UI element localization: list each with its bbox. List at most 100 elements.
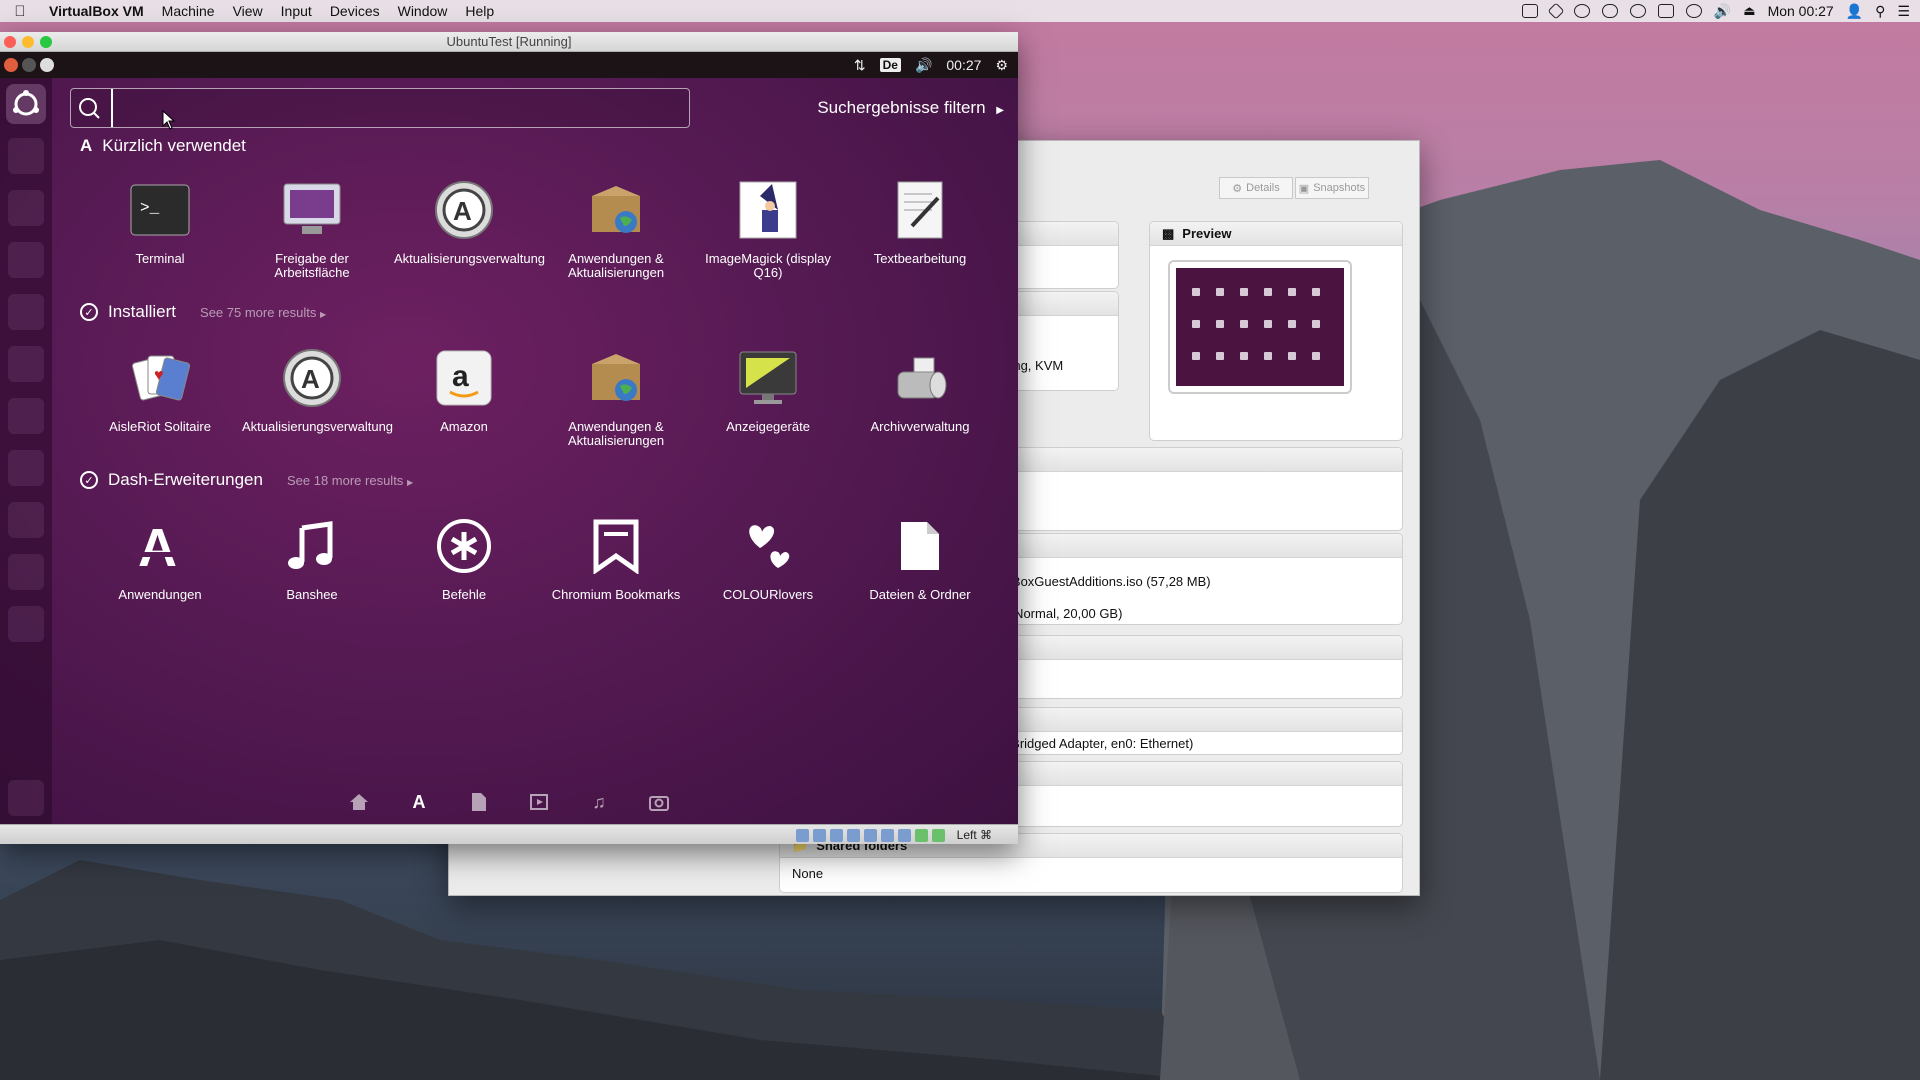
tab-snapshots[interactable]: ▣ Snapshots	[1295, 177, 1369, 199]
menu-help[interactable]: Help	[456, 3, 503, 19]
app-chromium-bookmarks[interactable]: Chromium Bookmarks	[540, 516, 692, 602]
app-displays[interactable]: Anzeigegeräte	[692, 348, 844, 448]
close-window-button[interactable]	[4, 36, 16, 48]
update-manager-icon: A	[434, 180, 494, 240]
notification-center-icon[interactable]: ☰	[1897, 3, 1910, 20]
dropbox-icon[interactable]	[1547, 2, 1565, 20]
app-archive-manager[interactable]: Archivverwaltung	[844, 348, 996, 448]
host-key-indicator[interactable]: Left ⌘	[957, 828, 992, 842]
software-sources-icon	[586, 348, 646, 408]
photo-lens-icon[interactable]	[649, 792, 669, 812]
see-more-installed-link[interactable]: See 75 more results ▶	[200, 305, 326, 320]
volume-icon[interactable]: 🔊	[1714, 3, 1731, 20]
bookmark-icon	[586, 516, 646, 576]
eject-icon[interactable]: ⏏	[1743, 3, 1755, 19]
launcher-amazon-icon[interactable]	[8, 450, 44, 486]
files-lens-icon[interactable]	[469, 792, 489, 812]
volume-icon[interactable]: 🔊	[915, 57, 932, 74]
app-amazon[interactable]: a Amazon	[388, 348, 540, 448]
menu-window[interactable]: Window	[389, 3, 457, 19]
time-machine-icon[interactable]	[1685, 4, 1702, 18]
launcher-impress-icon[interactable]	[8, 346, 44, 382]
app-desktop-sharing[interactable]: Freigabe der Arbeitsfläche	[236, 180, 388, 280]
launcher-dvd-icon[interactable]	[8, 606, 44, 642]
user-icon[interactable]: 👤	[1846, 3, 1863, 20]
cloud-icon[interactable]	[1601, 4, 1618, 18]
svg-text:a: a	[452, 360, 469, 393]
file-icon	[890, 516, 950, 576]
screen-record-icon[interactable]	[1521, 4, 1538, 18]
minimize-window-button[interactable]	[22, 36, 34, 48]
dash-home-button[interactable]	[6, 84, 46, 124]
dash-close-button[interactable]	[4, 58, 18, 72]
network-arrows-icon[interactable]: ⇅	[854, 57, 866, 74]
keyboard-layout-indicator[interactable]: De	[879, 58, 901, 72]
app-software-sources[interactable]: Anwendungen & Aktualisierungen	[540, 180, 692, 280]
applications-lens-tab-icon[interactable]: A	[409, 792, 429, 812]
launcher-firefox-icon[interactable]	[8, 190, 44, 226]
display-icon	[738, 348, 798, 408]
app-software-sources-installed[interactable]: Anwendungen & Aktualisierungen	[540, 348, 692, 448]
usb-status-icon[interactable]	[829, 828, 843, 842]
app-commands[interactable]: Befehle	[388, 516, 540, 602]
search-input[interactable]	[111, 89, 689, 127]
launcher-workspaces-icon[interactable]	[8, 554, 44, 590]
network-status-icon[interactable]	[880, 828, 894, 842]
mouse-cursor-icon	[162, 110, 176, 130]
menu-app-name[interactable]: VirtualBox VM	[40, 3, 153, 19]
menu-devices[interactable]: Devices	[321, 3, 389, 19]
vm-window-titlebar[interactable]: UbuntuTest [Running]	[0, 32, 1018, 52]
mouse-integration-icon[interactable]	[931, 828, 945, 842]
launcher-calc-icon[interactable]	[8, 294, 44, 330]
audio-panel	[989, 635, 1403, 699]
filter-results-button[interactable]: Suchergebnisse filtern ▶	[817, 98, 1004, 118]
section-installed: ✓ Installiert See 75 more results ▶	[80, 302, 326, 322]
launcher-writer-icon[interactable]	[8, 242, 44, 278]
home-lens-icon[interactable]	[349, 792, 369, 812]
app-banshee[interactable]: Banshee	[236, 516, 388, 602]
launcher-settings-icon[interactable]	[8, 502, 44, 538]
app-files-folders[interactable]: Dateien & Ordner	[844, 516, 996, 602]
launcher-files-icon[interactable]	[8, 138, 44, 174]
display-mirror-icon[interactable]	[1657, 4, 1674, 18]
recording-status-icon[interactable]	[897, 828, 911, 842]
apple-menu-icon[interactable]: 	[0, 3, 40, 20]
video-lens-icon[interactable]	[529, 792, 549, 812]
ubuntu-top-panel: ⇅ De 🔊 00:27 ⚙	[0, 52, 1018, 78]
info-icon[interactable]	[1573, 4, 1590, 18]
zoom-window-button[interactable]	[40, 36, 52, 48]
spotlight-search-icon[interactable]: ⚲	[1875, 3, 1885, 20]
hdd-status-icon[interactable]	[795, 828, 809, 842]
display-status-icon[interactable]	[863, 828, 877, 842]
app-update-manager-installed[interactable]: A Aktualisierungsverwaltung	[236, 348, 393, 448]
triangle-right-icon: ▶	[406, 477, 414, 487]
menu-clock[interactable]: Mon 00:27	[1768, 3, 1834, 19]
svg-text:A: A	[138, 518, 177, 574]
software-sources-icon	[586, 180, 646, 240]
section-recent-title: Kürzlich verwendet	[102, 136, 246, 155]
app-text-editor[interactable]: Textbearbeitung	[844, 180, 996, 280]
see-more-extensions-link[interactable]: See 18 more results ▶	[287, 473, 413, 488]
drive-icon[interactable]	[1629, 4, 1646, 18]
cpu-status-icon[interactable]	[914, 828, 928, 842]
panel-clock[interactable]: 00:27	[946, 57, 981, 73]
app-terminal[interactable]: >_ Terminal	[84, 180, 236, 280]
menu-machine[interactable]: Machine	[153, 3, 224, 19]
preview-title: Preview	[1182, 226, 1232, 241]
app-update-manager[interactable]: A Aktualisierungsverwaltung	[388, 180, 545, 280]
optical-drive-status-icon[interactable]	[812, 828, 826, 842]
app-aisleriot[interactable]: ♥ AisleRiot Solitaire	[84, 348, 236, 448]
launcher-software-center-icon[interactable]	[8, 398, 44, 434]
app-colourlovers[interactable]: COLOURlovers	[692, 516, 844, 602]
menu-view[interactable]: View	[224, 3, 272, 19]
desktop-sharing-icon	[282, 180, 342, 240]
dash-minimize-button[interactable]	[22, 58, 36, 72]
app-imagemagick[interactable]: ImageMagick (display Q16)	[692, 180, 844, 280]
shared-folders-status-icon[interactable]	[846, 828, 860, 842]
tab-details[interactable]: ⚙ Details	[1219, 177, 1293, 199]
menu-input[interactable]: Input	[272, 3, 321, 19]
dash-maximize-button[interactable]	[40, 58, 54, 72]
session-gear-icon[interactable]: ⚙	[995, 57, 1008, 74]
music-lens-icon[interactable]: ♫	[589, 792, 609, 812]
app-applications-lens[interactable]: A Anwendungen	[84, 516, 236, 602]
